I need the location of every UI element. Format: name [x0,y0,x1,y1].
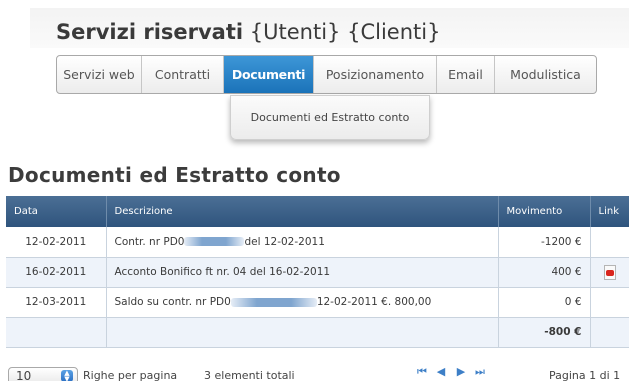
cell-data [6,317,107,348]
column-header-data[interactable]: Data [6,196,107,227]
rows-per-page-select[interactable]: 10 ▲ ▼ [8,367,78,381]
last-page-icon[interactable]: ⏭ [474,366,486,378]
tab-servizi-web[interactable]: Servizi web [57,56,142,93]
description-text: Saldo su contr. nr PD0 [114,296,231,308]
prev-page-icon[interactable]: ◀ [435,366,447,378]
page-indicator: Pagina 1 di 1 [549,369,621,381]
documenti-dropdown: Documenti ed Estratto conto [230,95,430,140]
table-row[interactable]: 12-02-2011 Contr. nr PD0 del 12-02-2011 -… [6,227,629,258]
total-items-label: 3 elementi totali [204,369,295,381]
page-title: Documenti ed Estratto conto [8,163,341,187]
rows-per-page-value: 10 [16,369,32,381]
table-row[interactable]: 12-03-2011 Saldo su contr. nr PD0 12-02-2… [6,287,629,318]
description-text: 12-02-2011 €. 800,00 [316,296,432,308]
documents-table: Data Descrizione Movimento Link 12-02-20… [6,196,629,348]
redacted-block [184,237,245,247]
cell-descrizione: Saldo su contr. nr PD0 12-02-2011 €. 800,… [106,287,499,318]
tab-contratti[interactable]: Contratti [142,56,224,93]
cell-movimento: -1200 € [498,227,591,258]
table-total-row: -800 € [6,317,629,348]
description-text: del 12-02-2011 [244,235,325,248]
table-row[interactable]: 16-02-2011 Acconto Bonifico ft nr. 04 de… [6,257,629,288]
first-page-icon[interactable]: ⏮ [416,366,428,378]
cell-movimento: 400 € [498,257,591,288]
cell-data: 16-02-2011 [6,257,107,288]
site-title-tags: {Utenti} {Clienti} [249,20,441,44]
redacted-block [230,297,317,307]
cell-descrizione [106,317,499,348]
pdf-icon[interactable] [603,264,616,280]
column-header-link[interactable]: Link [590,196,629,227]
next-page-icon[interactable]: ▶ [455,366,467,378]
tab-documenti[interactable]: Documenti [224,56,314,93]
cell-total-movimento: -800 € [498,317,591,348]
cell-link [590,227,629,258]
tab-email[interactable]: Email [437,56,495,93]
cell-data: 12-02-2011 [6,227,107,258]
site-title-main: Servizi riservati [56,20,244,44]
cell-data: 12-03-2011 [6,287,107,318]
select-stepper-icon[interactable]: ▲ ▼ [61,370,73,381]
cell-link [590,287,629,318]
cell-link [590,257,629,288]
main-nav: Servizi web Contratti Documenti Posizion… [56,55,597,94]
site-title: Servizi riservati {Utenti} {Clienti} [56,20,440,44]
column-header-movimento[interactable]: Movimento [498,196,591,227]
dropdown-item-estratto-conto[interactable]: Documenti ed Estratto conto [251,111,410,124]
cell-movimento: 0 € [498,287,591,318]
table-header-row: Data Descrizione Movimento Link [6,196,629,227]
rows-per-page-label: Righe per pagina [83,369,178,381]
description-text: Contr. nr PD0 [114,235,185,248]
cell-descrizione: Contr. nr PD0 del 12-02-2011 [106,227,499,258]
column-header-descrizione[interactable]: Descrizione [106,196,499,227]
description-text: Acconto Bonifico ft nr. 04 del 16-02-201… [114,266,331,278]
tab-posizionamento[interactable]: Posizionamento [314,56,437,93]
cell-descrizione: Acconto Bonifico ft nr. 04 del 16-02-201… [106,257,499,288]
pagination-bar: 10 ▲ ▼ Righe per pagina 3 elementi totali… [8,366,629,381]
cell-link [590,317,629,348]
tab-modulistica[interactable]: Modulistica [495,56,596,93]
